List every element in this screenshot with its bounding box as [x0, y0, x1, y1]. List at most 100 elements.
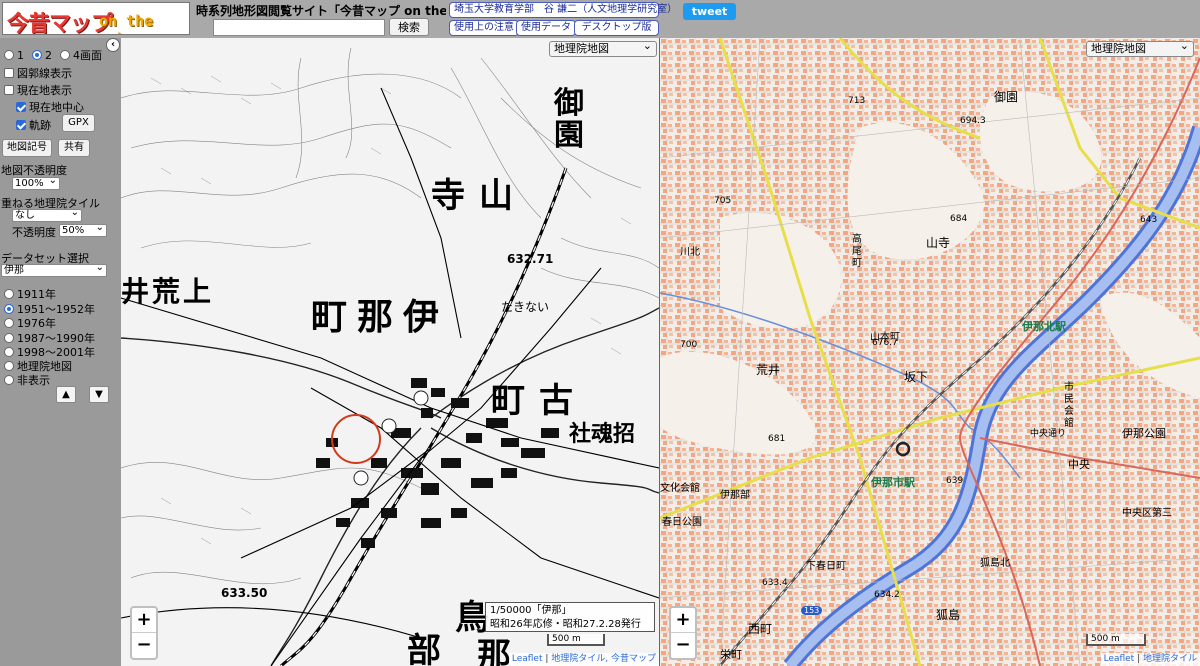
- dataset-select[interactable]: 伊那: [1, 262, 107, 277]
- collapse-sidebar-button[interactable]: ‹: [106, 38, 120, 52]
- era-radio[interactable]: [4, 333, 14, 343]
- gsi-label-sakashita: 坂下: [904, 370, 929, 384]
- gsi-label-sakae: 栄町: [720, 648, 742, 661]
- old-map-attribution: Leaflet | 地理院タイル, 今昔マップ: [508, 653, 659, 666]
- screen-radio-1[interactable]: [4, 50, 14, 60]
- old-label-terayama: 寺山: [431, 176, 527, 216]
- old-label-goen: 御園: [554, 86, 584, 153]
- old-label-shokonsha: 社魂招: [569, 422, 636, 447]
- gsi-elev-1: 713: [848, 96, 866, 106]
- gsi-label-yamadera: 山寺: [926, 236, 951, 250]
- gsi-elev-9: 633.4: [762, 578, 788, 588]
- center-current-toggle[interactable]: 現在地中心: [16, 99, 84, 115]
- old-map-layer-select[interactable]: 地理院地図: [549, 39, 657, 57]
- center-current-checkbox[interactable]: [16, 102, 26, 112]
- sheet-lines-toggle[interactable]: 図郭線表示: [4, 65, 72, 81]
- tiles-attribution-link[interactable]: 地理院タイル: [1143, 654, 1197, 664]
- map-edition-info: 1/50000「伊那」 昭和26年応修・昭和27.2.28発行: [485, 602, 655, 632]
- gsi-label-inashi-station: 伊那市駅: [871, 476, 915, 489]
- track-toggle[interactable]: 軌跡: [16, 117, 51, 133]
- gsi-elev-6: 681: [768, 434, 786, 444]
- gsi-label-shimin: 市民会館: [1064, 382, 1074, 429]
- gsi-label-kasuga: 春日公園: [662, 517, 702, 528]
- gsi-elev-5: 676.7: [872, 338, 898, 348]
- gsi-label-nishimachi: 西町: [748, 622, 773, 636]
- era-option-1976[interactable]: 1976年: [4, 315, 56, 331]
- zoom-in-button[interactable]: +: [671, 608, 695, 633]
- old-label-furumachi: 町古: [491, 381, 587, 421]
- era-radio[interactable]: [4, 375, 14, 385]
- gsi-label-shimokasuga: 下春日町: [806, 561, 846, 572]
- share-button[interactable]: 共有: [58, 139, 90, 157]
- era-radio[interactable]: [4, 304, 14, 314]
- overlay-opacity-select[interactable]: 50%: [59, 222, 107, 237]
- old-map-zoom-control: + −: [130, 606, 158, 660]
- gsi-elev-3: 684: [950, 214, 968, 224]
- tweet-button[interactable]: tweet: [683, 3, 736, 20]
- leaflet-link[interactable]: Leaflet: [1104, 654, 1135, 664]
- gsi-elev-11: 705: [714, 196, 732, 206]
- tiles-attribution-link[interactable]: 地理院タイル, 今昔マップ: [551, 654, 656, 664]
- screen-count-options: 1 2 4画面: [4, 47, 102, 63]
- old-map-scale: 500 m: [547, 634, 605, 646]
- map-symbols-button[interactable]: 地図記号: [2, 139, 52, 157]
- era-radio[interactable]: [4, 347, 14, 357]
- gsi-map-layer-select[interactable]: 地理院地図: [1086, 39, 1194, 57]
- author-link[interactable]: 埼玉大学教育学部 谷 謙二（人文地理学研究室）: [449, 2, 677, 18]
- leaflet-link[interactable]: Leaflet: [512, 654, 543, 664]
- era-radio[interactable]: [4, 289, 14, 299]
- gpx-button[interactable]: GPX: [62, 114, 95, 132]
- gsi-map-canvas[interactable]: [660, 38, 1200, 666]
- opacity-label: 地図不透明度: [1, 164, 67, 177]
- gsi-label-inabu: 伊那部: [720, 490, 750, 501]
- old-label-arai: 井荒上: [121, 275, 215, 308]
- gsi-elev-10: 700: [680, 340, 698, 350]
- gsi-label-inapark: 伊那公園: [1122, 427, 1166, 440]
- gsi-label-arai: 荒井: [756, 363, 781, 377]
- header: 今昔マップ on the web 時系列地形図閲覧サイト「今昔マップ on th…: [0, 0, 1200, 38]
- old-label-inacho: 町那伊: [311, 297, 450, 338]
- zoom-in-button[interactable]: +: [132, 608, 156, 633]
- screen-radio-4[interactable]: [60, 50, 70, 60]
- site-title: 時系列地形図閲覧サイト「今昔マップ on the web」: [196, 4, 446, 18]
- route-153-shield: 153: [801, 606, 823, 615]
- old-label-naka: 那: [477, 636, 511, 666]
- era-option-hidden[interactable]: 非表示: [4, 372, 50, 388]
- gsi-label-kojimakita: 狐島北: [980, 558, 1010, 569]
- track-checkbox[interactable]: [16, 120, 26, 130]
- opacity-select[interactable]: 100%: [12, 175, 60, 190]
- edition-line-1: 1/50000「伊那」: [490, 605, 572, 616]
- old-elevation-1: 632.71: [507, 252, 554, 266]
- screen-radio-2[interactable]: [32, 50, 42, 60]
- zoom-out-button[interactable]: −: [132, 633, 156, 658]
- current-location-checkbox[interactable]: [4, 85, 14, 95]
- gsi-label-goen: 御園: [994, 90, 1019, 104]
- gsi-elev-2: 694.3: [960, 116, 986, 126]
- gsi-map-zoom-control: + −: [669, 606, 697, 660]
- overlay-tile-select[interactable]: なし: [12, 207, 82, 222]
- gsi-map-pane[interactable]: 御園 山寺 高尾町 川北 荒井 山本町 坂下 伊那北駅 伊那市駅 文化会館 伊那…: [660, 38, 1200, 666]
- current-location-toggle[interactable]: 現在地表示: [4, 82, 72, 98]
- old-label-takinai: たきない: [501, 300, 550, 314]
- search-input[interactable]: [213, 19, 385, 36]
- sheet-lines-checkbox[interactable]: [4, 68, 14, 78]
- desktop-version-button[interactable]: デスクトップ版: [574, 20, 659, 36]
- gsi-label-kojima: 狐島: [936, 608, 961, 622]
- logo-sub-text: on the web: [99, 12, 154, 34]
- gsi-label-chuo: 中央: [1068, 458, 1090, 471]
- usage-notes-button[interactable]: 使用上の注意: [449, 20, 519, 36]
- site-logo[interactable]: 今昔マップ on the web: [2, 2, 190, 35]
- era-up-button[interactable]: ▲: [56, 386, 76, 403]
- old-map-pane[interactable]: 御園 寺山 町那伊 井荒上 町古 社魂招 たきない 鳥 那 部 632.71 6…: [121, 38, 659, 666]
- data-used-button[interactable]: 使用データ: [516, 20, 576, 36]
- gsi-elev-4: 643: [1140, 215, 1158, 225]
- era-radio[interactable]: [4, 318, 14, 328]
- gsi-label-kawakita: 川北: [680, 247, 700, 258]
- era-down-button[interactable]: ▼: [89, 386, 109, 403]
- gsi-map-scale: 500 m: [1086, 634, 1146, 646]
- zoom-out-button[interactable]: −: [671, 633, 695, 658]
- search-button[interactable]: 検索: [389, 18, 429, 36]
- era-radio[interactable]: [4, 361, 14, 371]
- era-option-1911[interactable]: 1911年: [4, 286, 56, 302]
- gsi-label-chuoku3: 中央区第三: [1122, 508, 1172, 519]
